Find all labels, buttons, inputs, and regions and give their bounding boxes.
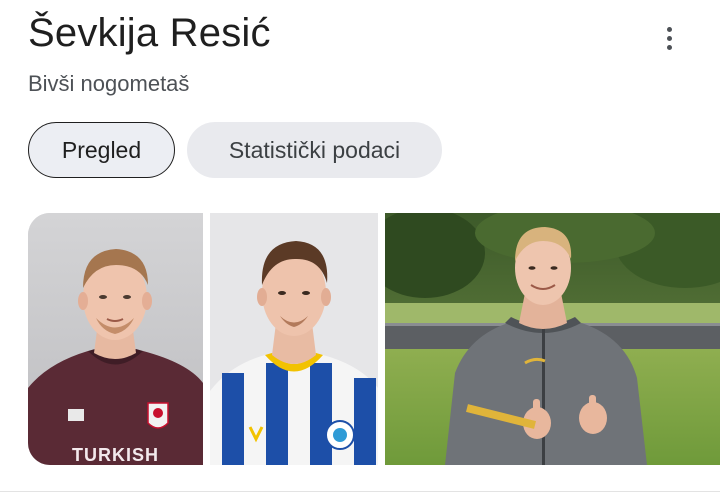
entity-description: Bivši nogometaš bbox=[28, 71, 190, 96]
image-carousel: TURKISH bbox=[28, 213, 720, 465]
player-photo-3-image bbox=[385, 213, 720, 465]
bottom-divider bbox=[0, 491, 720, 492]
page-title: Ševkija Resić bbox=[28, 11, 271, 55]
more-vert-icon-dot bbox=[666, 44, 672, 50]
player-photo-2-image bbox=[210, 213, 378, 465]
player-photo-2[interactable] bbox=[210, 213, 378, 465]
player-photo-1[interactable]: TURKISH bbox=[28, 213, 203, 465]
tab-bar: Pregled Statistički podaci bbox=[28, 122, 442, 178]
more-vert-icon-dot bbox=[666, 35, 672, 41]
more-options-button[interactable] bbox=[650, 18, 688, 58]
jersey-sponsor-text: TURKISH bbox=[72, 445, 159, 465]
tab-pregled[interactable]: Pregled bbox=[28, 122, 175, 178]
more-vert-icon bbox=[666, 26, 672, 32]
player-photo-3[interactable] bbox=[385, 213, 720, 465]
knowledge-panel: Ševkija Resić Bivši nogometaš Pregled St… bbox=[0, 0, 720, 494]
player-photo-1-image bbox=[28, 213, 203, 465]
tab-statisticki-podaci[interactable]: Statistički podaci bbox=[187, 122, 442, 178]
